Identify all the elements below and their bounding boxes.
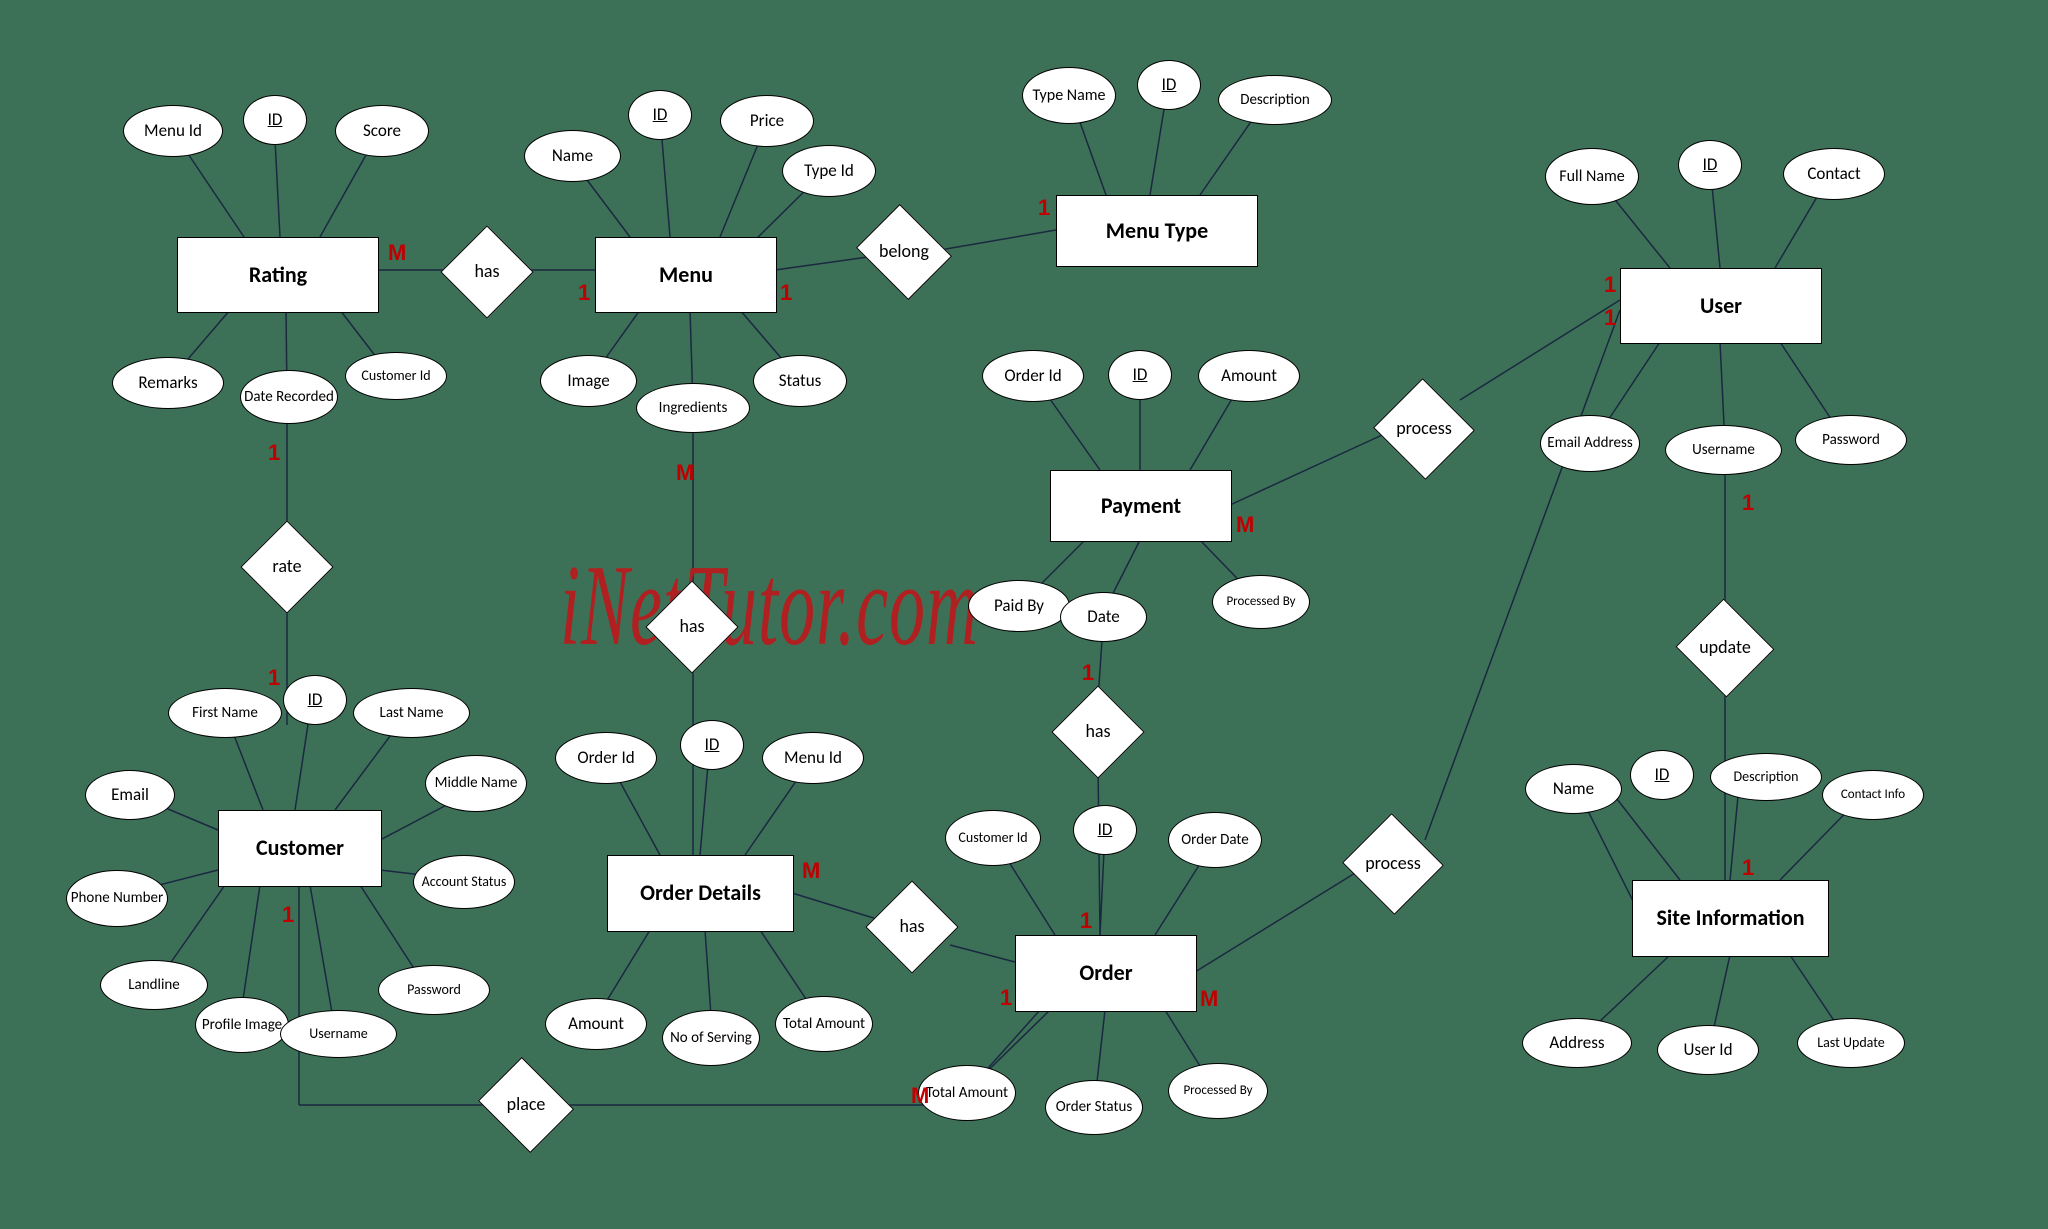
card-user-proc1: 1 xyxy=(1604,272,1616,298)
attr-cust-fname: First Name xyxy=(168,688,282,738)
entity-rating: Rating xyxy=(177,237,379,313)
attr-user-fullname: Full Name xyxy=(1545,148,1639,205)
attr-mt-id: ID xyxy=(1137,60,1201,110)
attr-od-total: Total Amount xyxy=(775,996,873,1052)
attr-pay-paidby: Paid By xyxy=(968,580,1070,632)
attr-rating-custid: Customer Id xyxy=(345,352,447,400)
attr-pay-procby: Processed By xyxy=(1212,575,1310,629)
card-order-place: M xyxy=(911,1083,929,1109)
rel-process-pay: process xyxy=(1388,395,1460,463)
attr-menu-image: Image xyxy=(540,355,637,407)
attr-menu-ingredients: Ingredients xyxy=(636,383,750,433)
card-order-has: 1 xyxy=(1000,985,1012,1011)
entity-order: Order xyxy=(1015,935,1197,1012)
rel-has-pay-order: has xyxy=(1066,700,1130,764)
attr-od-orderid: Order Id xyxy=(555,732,657,784)
attr-rating-menuid: Menu Id xyxy=(123,105,223,157)
attr-site-contact: Contact Info xyxy=(1822,770,1924,820)
attr-ord-status: Order Status xyxy=(1045,1080,1143,1135)
attr-cust-username: Username xyxy=(280,1010,397,1058)
attr-ord-id: ID xyxy=(1073,805,1137,855)
entity-menu: Menu xyxy=(595,237,777,313)
attr-cust-landline: Landline xyxy=(100,960,208,1010)
attr-rating-id: ID xyxy=(243,95,307,145)
attr-site-name: Name xyxy=(1525,764,1622,814)
attr-site-userid: User Id xyxy=(1657,1025,1759,1075)
attr-user-email: Email Address xyxy=(1540,415,1640,472)
card-od-has: M xyxy=(802,858,820,884)
card-site-update: 1 xyxy=(1742,855,1754,881)
rel-has-rating-menu: has xyxy=(455,240,519,304)
rel-place: place xyxy=(490,1075,562,1135)
attr-rating-score: Score xyxy=(335,105,429,157)
card-mt-belong: 1 xyxy=(1038,195,1050,221)
attr-pay-orderid: Order Id xyxy=(982,350,1084,402)
entity-menutype: Menu Type xyxy=(1056,195,1258,267)
card-menu-has2: M xyxy=(676,460,694,486)
rel-belong: belong xyxy=(868,222,940,282)
attr-site-desc: Description xyxy=(1710,753,1822,801)
card-rating-rate: 1 xyxy=(268,440,280,466)
card-cust-rate: 1 xyxy=(268,665,280,691)
attr-pay-amount: Amount xyxy=(1198,350,1300,402)
card-cust-place: 1 xyxy=(282,902,294,928)
rel-has-menu-od: has xyxy=(660,595,724,659)
attr-menu-typeid: Type Id xyxy=(782,145,876,197)
rel-update: update xyxy=(1690,615,1760,681)
attr-mt-typename: Type Name xyxy=(1022,67,1116,124)
card-pay-proc: M xyxy=(1236,512,1254,538)
attr-ord-date: Order Date xyxy=(1168,812,1262,868)
attr-cust-id: ID xyxy=(283,675,347,725)
attr-pay-date: Date xyxy=(1060,592,1147,642)
attr-od-serving: No of Serving xyxy=(662,1010,760,1066)
attr-cust-email: Email xyxy=(85,770,175,820)
attr-user-username: Username xyxy=(1665,425,1782,475)
card-order-proc: M xyxy=(1200,986,1218,1012)
attr-user-password: Password xyxy=(1795,415,1907,465)
attr-rating-date: Date Recorded xyxy=(240,370,338,424)
entity-payment: Payment xyxy=(1050,470,1232,542)
card-user-proc2: 1 xyxy=(1604,305,1616,331)
card-rating-has: M xyxy=(388,240,406,266)
card-menu-has: 1 xyxy=(578,280,590,306)
attr-od-id: ID xyxy=(680,720,744,770)
attr-od-amount: Amount xyxy=(545,998,647,1050)
attr-site-update: Last Update xyxy=(1797,1018,1905,1068)
rel-has-od-order: has xyxy=(880,895,944,959)
attr-rating-remarks: Remarks xyxy=(112,357,224,409)
attr-user-id: ID xyxy=(1678,140,1742,190)
entity-customer: Customer xyxy=(218,810,382,887)
attr-od-menuid: Menu Id xyxy=(762,732,864,784)
attr-cust-mname: Middle Name xyxy=(425,755,527,812)
attr-site-addr: Address xyxy=(1522,1018,1632,1068)
rel-process-order: process xyxy=(1357,830,1429,898)
attr-cust-profile: Profile Image xyxy=(195,997,289,1053)
attr-menu-id: ID xyxy=(628,90,692,140)
card-user-update: 1 xyxy=(1742,490,1754,516)
attr-menu-name: Name xyxy=(524,130,621,182)
entity-user: User xyxy=(1620,268,1822,344)
rel-rate: rate xyxy=(255,535,319,599)
entity-siteinfo: Site Information xyxy=(1632,880,1829,957)
attr-menu-status: Status xyxy=(753,355,847,407)
attr-user-contact: Contact xyxy=(1783,148,1885,200)
card-order-haspay: 1 xyxy=(1080,908,1092,934)
attr-mt-desc: Description xyxy=(1218,75,1332,125)
watermark: iNetTutor.com xyxy=(560,540,979,673)
attr-ord-total: Total Amount xyxy=(918,1065,1016,1121)
attr-cust-lname: Last Name xyxy=(353,688,470,738)
attr-cust-password: Password xyxy=(378,965,490,1015)
attr-ord-custid: Customer Id xyxy=(945,810,1041,866)
entity-orderdetails: Order Details xyxy=(607,855,794,932)
attr-menu-price: Price xyxy=(720,95,814,147)
attr-cust-status: Account Status xyxy=(413,855,515,909)
card-pay-has: 1 xyxy=(1082,660,1094,686)
attr-cust-phone: Phone Number xyxy=(66,870,168,927)
attr-ord-procby: Processed By xyxy=(1168,1063,1268,1119)
attr-pay-id: ID xyxy=(1108,350,1172,400)
card-menu-belong: 1 xyxy=(780,280,792,306)
attr-site-id: ID xyxy=(1630,750,1694,800)
